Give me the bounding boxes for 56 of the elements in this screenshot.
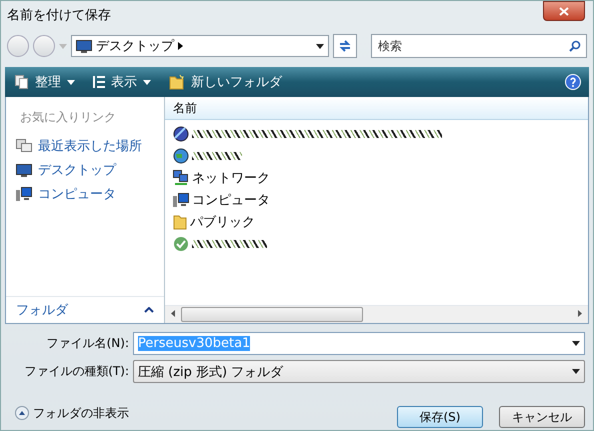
close-icon <box>559 6 569 16</box>
collapse-caret-icon[interactable] <box>144 307 154 313</box>
scroll-right-arrow-icon[interactable] <box>578 310 582 317</box>
file-name-label: ファイル名(N): <box>46 335 129 352</box>
folder-icon <box>173 214 187 230</box>
file-type-dropdown[interactable]: 圧縮 (zip 形式) フォルダ <box>133 360 585 383</box>
file-item[interactable]: ネットワーク <box>173 167 588 189</box>
new-folder-icon <box>169 74 185 90</box>
list-view-icon <box>93 76 105 88</box>
globe-icon <box>173 126 189 142</box>
save-button[interactable]: 保存(S) <box>397 406 483 428</box>
dropdown-caret-icon <box>572 341 580 346</box>
file-item[interactable]: パブリック <box>173 211 588 233</box>
address-bar[interactable]: デスクトップ <box>71 35 329 57</box>
favorites-heading: お気に入りリンク <box>19 109 117 126</box>
documents-icon <box>15 75 29 89</box>
search-field[interactable]: 検索 <box>371 34 587 58</box>
folders-toggle[interactable]: フォルダ <box>16 301 68 319</box>
check-badge-icon <box>173 236 189 252</box>
address-path[interactable]: デスクトップ <box>96 37 174 55</box>
dropdown-caret-icon <box>572 369 580 374</box>
toolbar-button[interactable]: 表示 <box>91 71 153 93</box>
favorite-link[interactable]: デスクトップ <box>6 158 164 182</box>
horizontal-scrollbar[interactable] <box>165 305 588 323</box>
network-icon <box>173 170 189 186</box>
monitor-icon <box>16 164 32 176</box>
toolbar-button[interactable]: 整理 <box>13 71 77 93</box>
dropdown-caret-icon <box>316 44 324 48</box>
collapse-circle-icon <box>15 406 29 420</box>
cancel-button[interactable]: キャンセル <box>499 406 585 428</box>
globe-icon <box>173 148 189 164</box>
file-item[interactable]: コンピュータ <box>173 189 588 211</box>
scribbled-name[interactable] <box>192 152 242 160</box>
search-icon <box>569 40 581 52</box>
recent-places-icon <box>16 139 32 153</box>
scribbled-name[interactable] <box>192 240 267 248</box>
favorite-link[interactable]: コンピュータ <box>6 182 164 206</box>
favorite-link[interactable]: 最近表示した場所 <box>6 134 164 158</box>
scribbled-name[interactable] <box>192 130 442 138</box>
window-title: 名前を付けて保存 <box>7 7 111 24</box>
scroll-left-arrow-icon[interactable] <box>171 310 175 317</box>
computer-icon <box>16 187 32 201</box>
refresh-icon <box>338 39 352 53</box>
caret-icon <box>67 80 75 84</box>
refresh-button[interactable] <box>333 34 357 58</box>
hide-folders-button[interactable]: フォルダの非表示 <box>15 404 129 422</box>
breadcrumb-arrow-icon[interactable] <box>178 42 183 50</box>
column-header[interactable]: 名前 <box>173 100 197 116</box>
help-icon[interactable] <box>565 74 581 90</box>
file-name-value: Perseusv30beta1 <box>138 336 250 351</box>
file-type-label: ファイルの種類(T): <box>23 363 129 380</box>
close-button[interactable] <box>543 1 585 21</box>
computer-icon <box>173 193 189 207</box>
toolbar-button[interactable]: 新しいフォルダ <box>167 71 284 93</box>
monitor-icon <box>76 40 92 52</box>
caret-icon <box>143 80 151 84</box>
